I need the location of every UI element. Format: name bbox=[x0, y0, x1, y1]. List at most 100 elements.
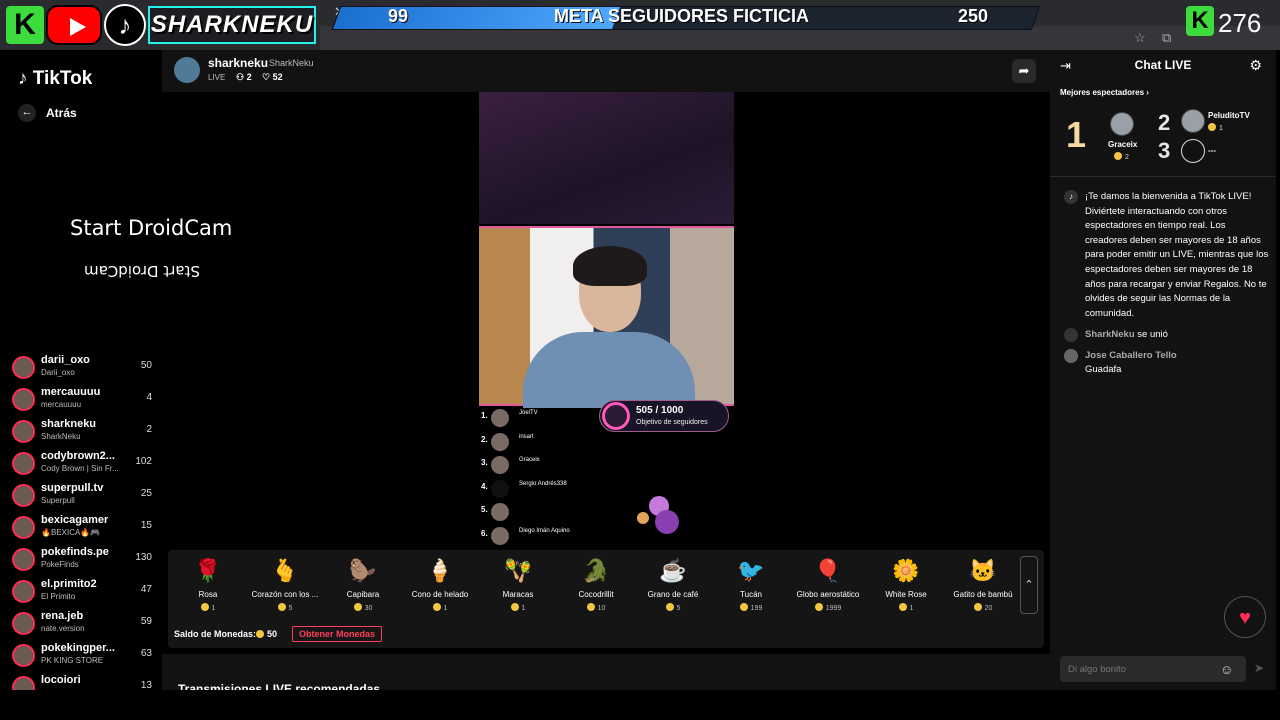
live-subtitle: nate.version bbox=[41, 624, 85, 633]
avatar bbox=[12, 484, 35, 507]
viewer-count: 50 bbox=[140, 360, 152, 371]
settings-gear-icon[interactable]: ⚙ bbox=[1249, 57, 1262, 74]
people-icon: ⚇ bbox=[236, 72, 245, 82]
coin-icon bbox=[1114, 152, 1122, 160]
extensions-icon[interactable]: ⧉ bbox=[1162, 30, 1171, 46]
top-viewers-link[interactable]: Mejores espectadores › bbox=[1060, 88, 1149, 97]
live-subtitle: Cody Brown | Sin Fr... bbox=[41, 464, 119, 473]
coin-icon bbox=[510, 603, 519, 611]
chat-title: Chat LIVE bbox=[1134, 58, 1192, 72]
list-item[interactable]: superpull.tv Superpull 25 bbox=[0, 480, 162, 512]
back-button[interactable]: ← Atrás bbox=[18, 104, 77, 122]
gift-item[interactable]: ☕ Grano de café 5 bbox=[635, 558, 711, 618]
kick-logo: K bbox=[6, 6, 44, 44]
chat-username[interactable]: Jose Caballero Tello bbox=[1085, 350, 1177, 361]
gift-item[interactable]: 🐊 Cocodrillit 10 bbox=[558, 558, 634, 618]
gift-item[interactable]: 🪇 Maracas 1 bbox=[480, 558, 556, 618]
coin-icon bbox=[432, 603, 441, 611]
list-item[interactable]: el.primito2 El Primito 47 bbox=[0, 576, 162, 608]
gift-item[interactable]: 🍦 Cono de helado 1 bbox=[402, 558, 478, 618]
top-viewer-rank-1: 1 bbox=[1066, 114, 1087, 155]
coin-icon bbox=[898, 603, 907, 611]
gift-item[interactable]: 🐦 Tucán 199 bbox=[713, 558, 789, 618]
goal-current-value: 99 bbox=[388, 6, 409, 26]
list-item[interactable]: sharkneku SharkNeku 2 bbox=[0, 416, 162, 448]
gift-price: 10 bbox=[558, 603, 634, 612]
send-icon[interactable]: ➤ bbox=[1254, 661, 1264, 675]
brand-name-banner: SHARKNEKU bbox=[148, 6, 316, 44]
gift-toucan-icon: 🐦 bbox=[737, 558, 765, 583]
avatar[interactable] bbox=[1110, 112, 1134, 136]
rank-name: JoelTV bbox=[519, 410, 538, 416]
get-coins-button[interactable]: Obtener Monedas bbox=[292, 626, 383, 642]
top-viewer-rank-2: 2 bbox=[1158, 110, 1171, 135]
top-viewer-name: Graceix bbox=[1108, 140, 1138, 149]
like-button[interactable]: ♥ bbox=[1224, 596, 1266, 638]
gift-coffee-bean-icon: ☕ bbox=[659, 558, 687, 583]
gift-name: Grano de café bbox=[647, 590, 699, 599]
list-item[interactable]: pokekingper... PK KING STORE 63 bbox=[0, 640, 162, 672]
rank-name: Graceix bbox=[519, 457, 540, 463]
gift-item[interactable]: 🦫 Capibara 30 bbox=[325, 558, 401, 618]
list-item[interactable]: mercauuuu mercauuuu 4 bbox=[0, 384, 162, 416]
chat-username[interactable]: SharkNeku bbox=[1085, 329, 1135, 340]
avatar[interactable] bbox=[1064, 349, 1078, 363]
avatar[interactable] bbox=[174, 57, 200, 83]
live-subtitle: El Primito bbox=[41, 592, 76, 601]
live-video[interactable]: 505 / 1000 Objetivo de seguidores 1. Joel… bbox=[479, 92, 734, 545]
coin-icon bbox=[200, 603, 209, 611]
chat-divider bbox=[1050, 176, 1276, 177]
gift-item[interactable]: 🌹 Rosa 1 bbox=[170, 558, 246, 618]
gift-item[interactable]: 🐱 Gatito de bambú 20 bbox=[945, 558, 1021, 618]
avatar bbox=[491, 409, 509, 427]
streamer-hair bbox=[573, 246, 647, 286]
gift-item[interactable]: 🎈 Globo aerostático 1999 bbox=[790, 558, 866, 618]
viewer-count: 47 bbox=[140, 584, 152, 595]
gift-finger-heart-icon: 🫰 bbox=[271, 558, 299, 583]
bookmark-star-icon[interactable]: ☆ bbox=[1134, 30, 1146, 46]
chevron-up-icon: ⌃ bbox=[1024, 579, 1034, 591]
gift-maracas-icon: 🪇 bbox=[504, 558, 532, 583]
live-subtitle: PK KING STORE bbox=[41, 656, 104, 665]
list-item[interactable]: darii_oxo Darii_oxo 50 bbox=[0, 352, 162, 384]
gift-price: 1 bbox=[402, 603, 478, 612]
host-handle: SharkNeku bbox=[269, 58, 314, 68]
stream-overlay-bar: K ♪ SHARKNEKU ✕ 99 META SEGUIDORES FICTI… bbox=[0, 0, 1280, 50]
gift-item[interactable]: 🌼 White Rose 1 bbox=[868, 558, 944, 618]
list-item[interactable]: rena.jeb nate.version 59 bbox=[0, 608, 162, 640]
avatar bbox=[491, 503, 509, 521]
gift-item[interactable]: 🫰 Corazón con los ... 5 bbox=[247, 558, 323, 618]
youtube-logo bbox=[46, 5, 102, 45]
list-item[interactable]: codybrown2... Cody Brown | Sin Fr... 102 bbox=[0, 448, 162, 480]
tiktok-note-icon: ♪ bbox=[1064, 190, 1078, 204]
list-item[interactable]: bexicagamer 🔥BEXICA🔥🎮 15 bbox=[0, 512, 162, 544]
live-name: sharkneku bbox=[41, 418, 97, 430]
coin-icon bbox=[973, 603, 982, 611]
like-count: ♡ 52 bbox=[262, 72, 283, 83]
gift-price: 199 bbox=[713, 603, 789, 612]
avatar bbox=[12, 612, 35, 635]
coin-icon bbox=[739, 603, 748, 611]
host-name[interactable]: sharkneku bbox=[208, 56, 268, 70]
rank-name: Diego Imán Aquino bbox=[519, 527, 570, 534]
chat-message: Jose Caballero Tello Guadafa bbox=[1085, 350, 1177, 379]
list-item[interactable]: pokefinds.pe PokeFinds 130 bbox=[0, 544, 162, 576]
share-button[interactable]: ➦ bbox=[1012, 59, 1036, 83]
coin-icon bbox=[256, 630, 265, 638]
gift-price: 30 bbox=[325, 603, 401, 612]
gift-capybara-icon: 🦫 bbox=[349, 558, 377, 583]
avatar bbox=[12, 356, 35, 379]
gift-panel-expand-button[interactable]: ⌃ bbox=[1020, 556, 1038, 614]
chat-input[interactable] bbox=[1060, 656, 1246, 682]
emoji-icon[interactable]: ☺ bbox=[1220, 662, 1233, 677]
chat-panel: ⇥ Chat LIVE ⚙ Mejores espectadores › 1 G… bbox=[1050, 50, 1276, 690]
avatar bbox=[491, 479, 509, 498]
video-background bbox=[479, 92, 734, 224]
ranking-row: 1. JoelTV bbox=[479, 406, 599, 430]
gift-name: Globo aerostático bbox=[796, 590, 860, 599]
coin-balance-value: 50 bbox=[267, 629, 278, 639]
tiktok-logo[interactable]: ♪ TikTok bbox=[18, 68, 92, 90]
gift-name: Cono de helado bbox=[411, 590, 469, 599]
viewer-count: ⚇ 2 bbox=[236, 72, 252, 83]
avatar[interactable] bbox=[1181, 109, 1205, 133]
